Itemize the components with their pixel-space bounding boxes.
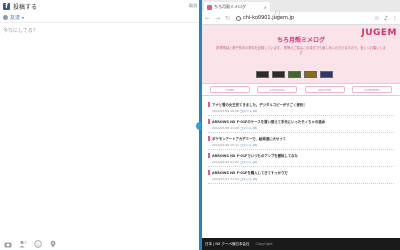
menu-icon[interactable]: ⋮: [392, 15, 398, 22]
camera-icon[interactable]: [4, 240, 12, 248]
privacy-label: 友達: [10, 14, 21, 21]
banner-image[interactable]: [272, 71, 285, 78]
tab-strip: ちろ月殻ミメログ ✕: [202, 0, 400, 18]
composer-title: 投稿する: [13, 3, 38, 11]
list-item: ARROWS NX F-01Fのケースを買い替えて手元にいったモノちゃの道余 2…: [208, 116, 394, 133]
post-title-link[interactable]: ポケモンアートアカデミーで、絵師道に大せって: [212, 136, 286, 141]
location-pin-icon[interactable]: [49, 240, 57, 248]
status-input[interactable]: 今なにしてる？: [0, 23, 200, 228]
forward-icon[interactable]: →: [214, 15, 221, 22]
close-icon[interactable]: ✕: [264, 5, 267, 10]
feeling-icon[interactable]: [34, 240, 42, 248]
blog-menu: HOME CATEGORY ARCHIVE COMMENT: [202, 83, 400, 96]
url-field[interactable]: chi-ko0901.jugem.jp: [234, 14, 371, 23]
svg-text:+: +: [24, 240, 27, 245]
back-icon[interactable]: ←: [204, 15, 211, 22]
post-title-link[interactable]: ARROWS NX F-01Fを購入してきてすっかりだ: [212, 170, 288, 175]
comment-link[interactable]: コメント (0): [240, 160, 257, 164]
comment-link[interactable]: コメント (0): [240, 126, 257, 130]
list-item: ARROWS NX F-01Fでいつものアンプを撤除してみた 2014/07/2…: [208, 150, 394, 167]
friends-icon: [3, 14, 8, 20]
list-item: ポケモンアートアカデミーで、絵師道に大せって 2014/07/26 10:17 …: [208, 133, 394, 150]
tab-title: ちろ月殻ミメログ: [214, 4, 246, 9]
post-date: 2014/07/24 21:03: [212, 160, 239, 164]
bookmark-star-icon[interactable]: ☆: [374, 15, 380, 22]
title-marker: [208, 170, 210, 175]
title-marker: [208, 102, 210, 107]
jugem-logo[interactable]: JUGEM: [361, 28, 397, 38]
tag-people-icon[interactable]: +: [19, 240, 27, 248]
new-tab-icon[interactable]: [273, 3, 281, 18]
footer-text: 日本 | NX クーペ偏日本会社: [205, 241, 250, 246]
menu-comment[interactable]: COMMENT: [352, 86, 393, 93]
post-date: 2014/07/28 11:08: [212, 126, 239, 130]
composer-toolbar: +: [0, 238, 200, 250]
web-page: JUGEM ちろ月殻ミメログ 携帯電話と電子系中の事件を記録しています。 携帯の…: [202, 25, 400, 250]
menu-category[interactable]: CATEGORY: [257, 86, 298, 93]
banner-image[interactable]: [256, 71, 269, 78]
comment-link[interactable]: コメント (0): [240, 143, 257, 147]
post-title-link[interactable]: ARROWS NX F-01Fのケースを買い替えて手元にいったモノちゃの道余: [212, 119, 325, 124]
title-marker: [208, 119, 210, 124]
tab-blog[interactable]: ちろ月殻ミメログ ✕: [204, 2, 270, 12]
footer-copyright: Copyright: [255, 242, 273, 246]
chevron-down-icon: ▾: [22, 14, 25, 20]
banner-image[interactable]: [304, 71, 317, 78]
microphone-icon[interactable]: ♪: [383, 15, 389, 22]
browser-pane: ちろ月殻ミメログ ✕ ← → ↻ chi-ko0901.jugem.jp ☆ ♪…: [201, 0, 400, 250]
banner-image[interactable]: [320, 71, 333, 78]
composer-header: f 投稿する 取消: [0, 0, 200, 12]
comment-link[interactable]: コメント (0): [240, 177, 257, 181]
list-item: ARROWS NX F-01Fを購入してきてすっかりだ 2014/07/17 1…: [208, 167, 394, 184]
blog-description: 携帯電話と電子系中の事件を記録しています。 携帯のご覧はこの書式でも楽しみいただ…: [216, 46, 386, 55]
cancel-button[interactable]: 取消: [189, 3, 197, 9]
blog-header: JUGEM ちろ月殻ミメログ 携帯電話と電子系中の事件を記録しています。 携帯の…: [202, 25, 400, 83]
post-list: アナと雪の女王見てきました。デジタルコピーがすごく便利！ 2014/07/29 …: [202, 96, 400, 250]
title-marker: [208, 153, 210, 158]
menu-home[interactable]: HOME: [209, 86, 250, 93]
reload-icon[interactable]: ↻: [224, 15, 231, 22]
menu-archive[interactable]: ARCHIVE: [304, 86, 345, 93]
privacy-selector[interactable]: 友達 ▾: [0, 12, 200, 23]
post-title-link[interactable]: アナと雪の女王見てきました。デジタルコピーがすごく便利！: [212, 102, 307, 107]
post-date: 2014/07/17 11:54: [212, 177, 239, 181]
post-composer-pane: f 投稿する 取消 友達 ▾ 今なにしてる？ +: [0, 0, 200, 250]
facebook-logo-icon: f: [3, 2, 10, 10]
post-date: 2014/07/29 19:56: [212, 109, 239, 113]
post-title-link[interactable]: ARROWS NX F-01Fでいつものアンプを撤除してみた: [212, 153, 298, 158]
list-item: アナと雪の女王見てきました。デジタルコピーがすごく便利！ 2014/07/29 …: [208, 99, 394, 116]
favicon-icon: [207, 4, 212, 10]
title-marker: [208, 136, 210, 141]
split-screen: f 投稿する 取消 友達 ▾ 今なにしてる？ + ちろ月殻ミメログ ✕ ← → …: [0, 0, 400, 250]
banner-image[interactable]: [288, 71, 301, 78]
banner-row: [256, 71, 333, 78]
post-date: 2014/07/26 10:17: [212, 143, 239, 147]
blog-footer: 日本 | NX クーペ偏日本会社 Copyright: [202, 238, 400, 250]
url-text: chi-ko0901.jugem.jp: [243, 15, 295, 21]
address-bar: ← → ↻ chi-ko0901.jugem.jp ☆ ♪ ⋮: [202, 12, 400, 25]
page-info-icon: [236, 15, 241, 21]
comment-link[interactable]: コメント (0): [240, 109, 257, 113]
